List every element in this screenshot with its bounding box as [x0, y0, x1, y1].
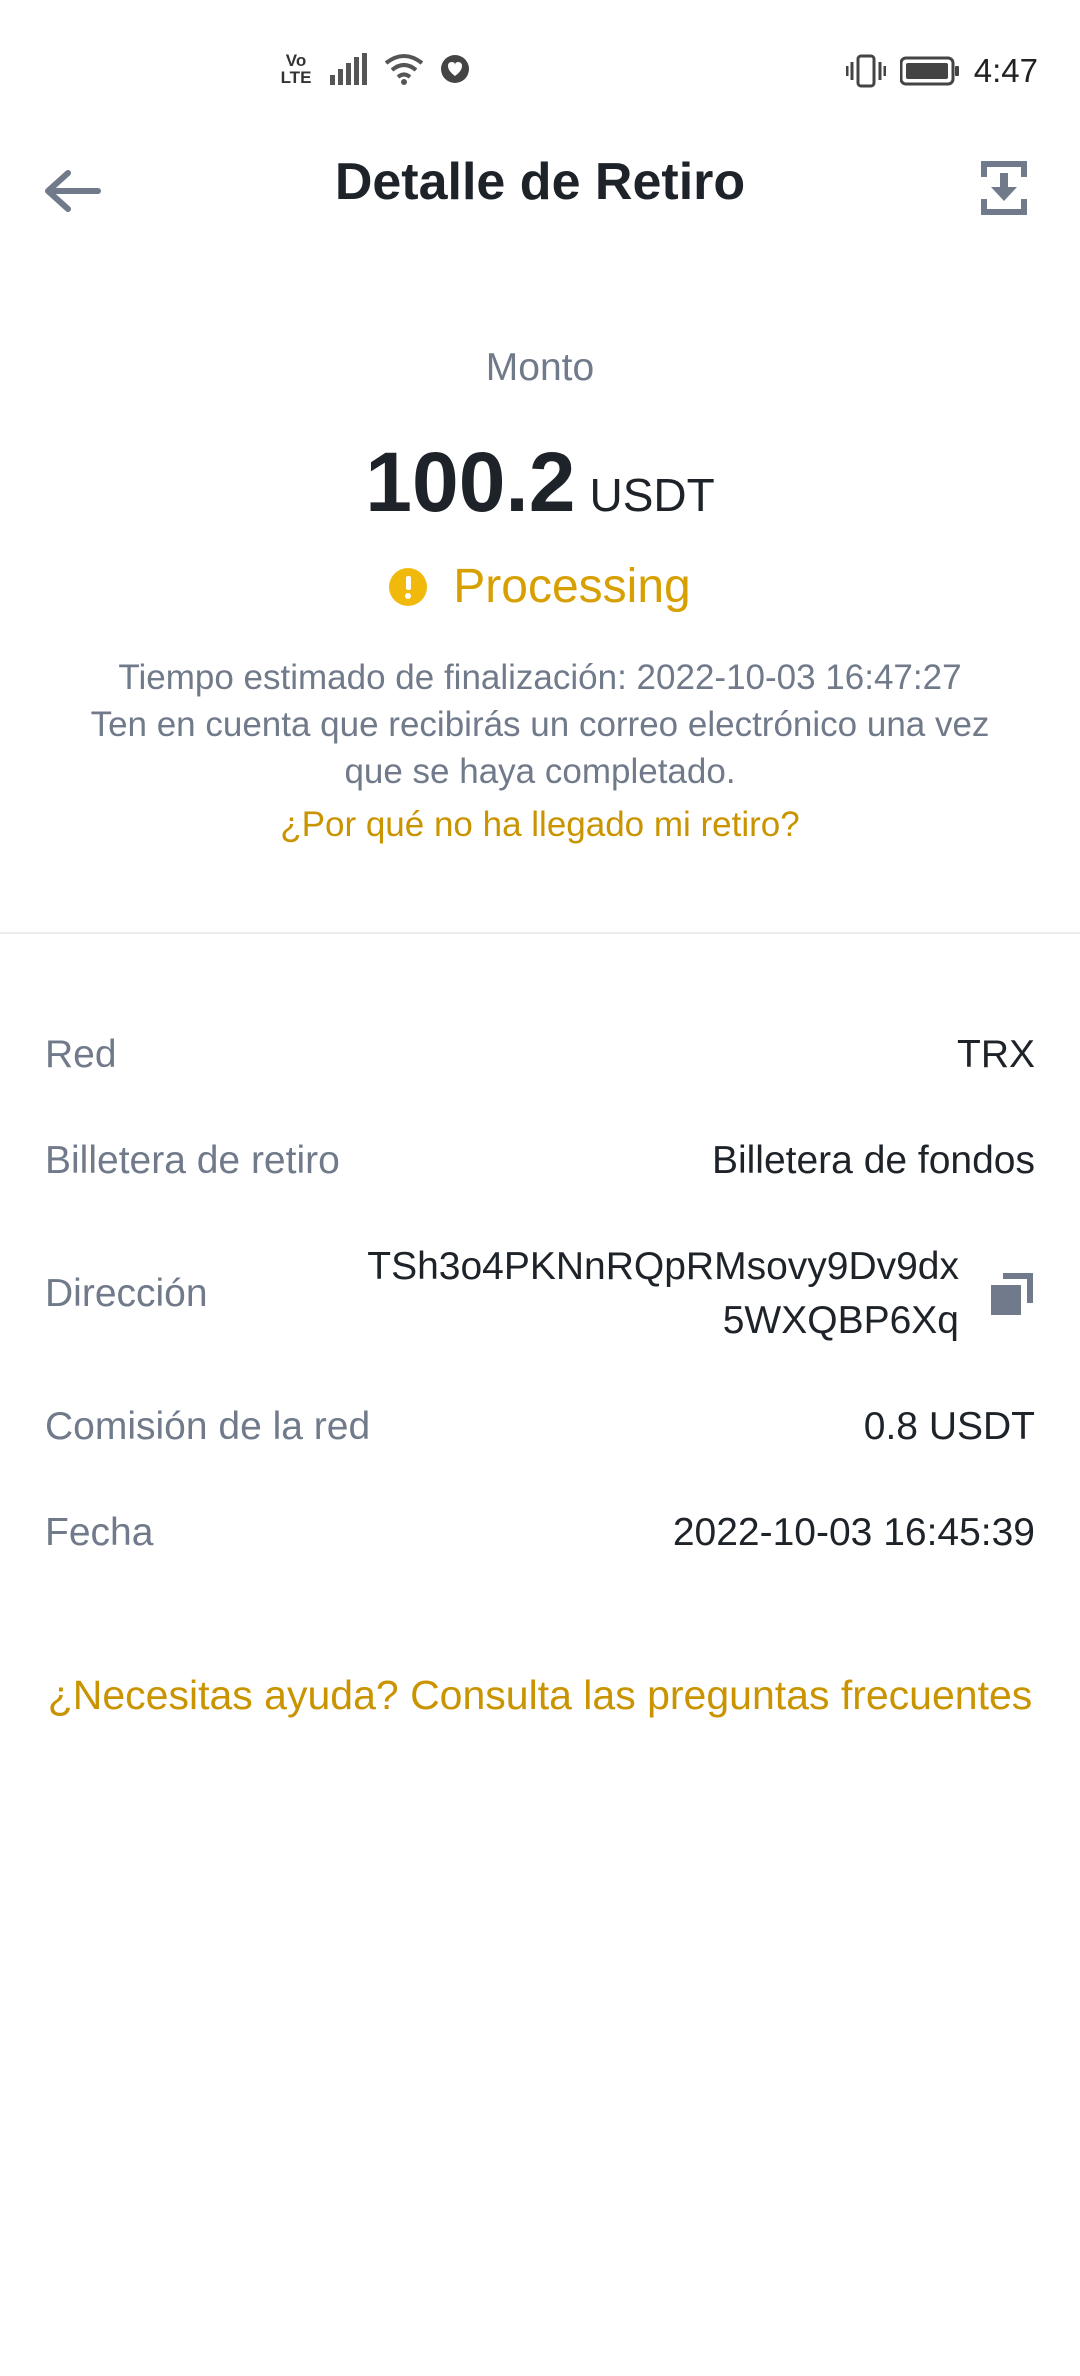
details-list: Red TRX Billetera de retiro Billetera de… [45, 1002, 1035, 1586]
volte-bottom-text: LTE [280, 68, 312, 87]
fee-value: 0.8 USDT [863, 1405, 1035, 1448]
email-notice: Ten en cuenta que recibirás un correo el… [90, 705, 990, 791]
date-value: 2022-10-03 16:45:39 [672, 1511, 1035, 1554]
network-value: TRX [957, 1033, 1035, 1076]
detail-row-network: Red TRX [45, 1002, 1035, 1108]
amount-row: 100.2 USDT [0, 434, 1080, 531]
detail-row-fee: Comisión de la red 0.8 USDT [45, 1374, 1035, 1480]
detail-row-wallet: Billetera de retiro Billetera de fondos [45, 1108, 1035, 1214]
amount-value: 100.2 [365, 435, 576, 529]
wifi-icon [384, 54, 424, 85]
address-value: TSh3o4PKNnRQpRMsovy9Dv9dx5WXQBP6Xq [367, 1245, 959, 1342]
copy-icon [991, 1273, 1033, 1315]
detail-row-address: Dirección TSh3o4PKNnRQpRMsovy9Dv9dx5WXQB… [45, 1214, 1035, 1374]
clock: 4:47 [973, 52, 1038, 89]
status-bar-left: Vo LTE [278, 52, 470, 86]
address-wrap: TSh3o4PKNnRQpRMsovy9Dv9dx5WXQBP6Xq [359, 1240, 1035, 1348]
wallet-value: Billetera de fondos [711, 1139, 1035, 1182]
download-icon [981, 161, 1027, 215]
status-bar: Vo LTE 4:47 [0, 0, 1080, 150]
status-row: Processing [0, 559, 1080, 614]
shield-heart-icon [441, 55, 469, 83]
status-bar-right: 4:47 [845, 52, 1038, 90]
status-text: Processing [453, 560, 691, 613]
address-label: Dirección [45, 1272, 208, 1315]
copy-button[interactable] [989, 1271, 1035, 1317]
wallet-label: Billetera de retiro [45, 1139, 340, 1182]
why-not-arrived-link[interactable]: ¿Por qué no ha llegado mi retiro? [0, 805, 1080, 845]
withdrawal-summary: Monto 100.2 USDT Processing Tiempo estim… [0, 336, 1080, 845]
battery-icon [899, 56, 959, 86]
app-header: Detalle de Retiro [0, 138, 1080, 238]
estimate-time: Tiempo estimado de finalización: 2022-10… [118, 658, 962, 697]
divider [0, 932, 1080, 934]
signal-icon [330, 53, 367, 85]
network-label: Red [45, 1033, 117, 1076]
fee-label: Comisión de la red [45, 1405, 371, 1448]
amount-label: Monto [485, 346, 595, 389]
faq-help-link[interactable]: ¿Necesitas ayuda? Consulta las preguntas… [0, 1672, 1080, 1719]
warning-icon [389, 567, 428, 606]
estimate-text: Tiempo estimado de finalización: 2022-10… [60, 654, 1020, 795]
detail-row-date: Fecha 2022-10-03 16:45:39 [45, 1480, 1035, 1586]
vibrate-icon [845, 54, 886, 88]
volte-top-text: Vo [285, 51, 307, 70]
page-title: Detalle de Retiro [334, 153, 746, 211]
volte-icon: Vo LTE [278, 52, 314, 86]
date-label: Fecha [45, 1511, 154, 1554]
download-button[interactable] [964, 148, 1044, 228]
amount-unit: USDT [589, 469, 715, 521]
